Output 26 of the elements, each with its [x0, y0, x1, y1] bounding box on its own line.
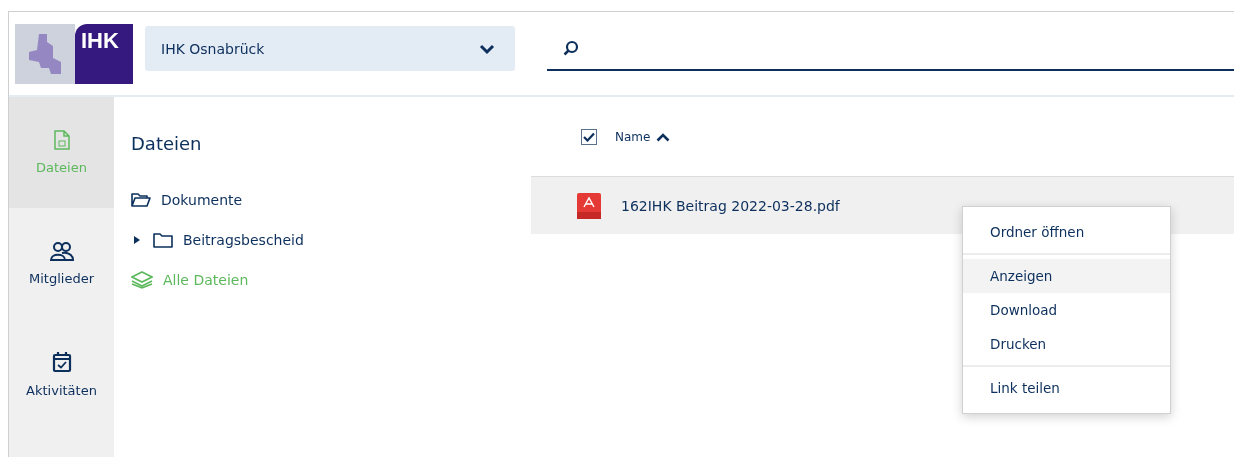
open-folder-icon [131, 192, 151, 208]
expand-caret-icon[interactable] [133, 236, 141, 244]
file-name: 162IHK Beitrag 2022-03-28.pdf [621, 197, 840, 214]
menu-item[interactable]: Download [963, 293, 1170, 327]
menu-item[interactable]: Ordner öffnen [963, 215, 1170, 249]
nav-item[interactable]: Aktivitäten [9, 319, 114, 430]
layers-icon [131, 271, 153, 289]
ihk-logo: IHK [15, 23, 133, 84]
search-icon [563, 39, 579, 56]
tree-item[interactable]: Beitragsbescheid [153, 232, 304, 248]
nav-item[interactable]: Mitglieder [9, 208, 114, 319]
tree-item[interactable]: Dokumente [131, 192, 243, 208]
menu-item[interactable]: Drucken [963, 327, 1170, 361]
column-header[interactable]: Name [615, 129, 671, 144]
file-icon [53, 130, 70, 150]
people-icon [49, 241, 74, 261]
menu-item[interactable]: Link teilen [963, 371, 1170, 405]
chevron-up-icon [656, 131, 671, 142]
calendar-check-icon [51, 351, 72, 373]
pdf-file-icon [577, 192, 601, 219]
chevron-down-icon [479, 42, 495, 55]
section-title: Dateien [131, 133, 203, 154]
select-all-checkbox[interactable] [581, 128, 597, 145]
menu-item[interactable]: Anzeigen [963, 259, 1170, 293]
folder-icon [153, 232, 173, 248]
organization-dropdown[interactable]: IHK Osnabrück [145, 26, 515, 71]
